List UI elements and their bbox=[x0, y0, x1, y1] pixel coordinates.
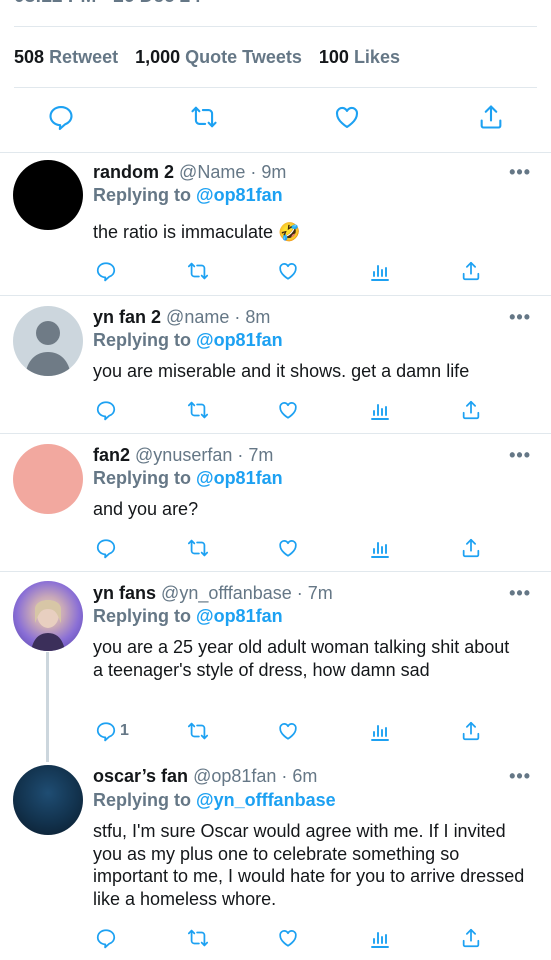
replying-handle-link[interactable]: @op81fan bbox=[196, 330, 283, 350]
like-icon[interactable] bbox=[333, 103, 361, 131]
tweet-text: and you are? bbox=[93, 499, 199, 519]
tweet-header: oscar’s fan @op81fan · 6m bbox=[93, 766, 317, 787]
tweet-header: yn fan 2 @name · 8m bbox=[93, 307, 270, 328]
share-icon[interactable] bbox=[460, 720, 482, 742]
reply-icon[interactable] bbox=[95, 537, 117, 559]
like-icon[interactable] bbox=[277, 399, 299, 421]
retweet-stat[interactable]: 508 Retweet bbox=[14, 47, 118, 67]
tweet-text: stfu, I'm sure Oscar would agree with me… bbox=[93, 821, 525, 909]
retweet-count: 508 bbox=[14, 47, 45, 67]
retweet-icon[interactable] bbox=[186, 720, 210, 742]
tweet-text: you are miserable and it shows. get a da… bbox=[93, 361, 470, 381]
share-icon[interactable] bbox=[460, 260, 482, 282]
replying-handle-link[interactable]: @op81fan bbox=[196, 606, 283, 626]
replying-to: Replying to @op81fan bbox=[93, 185, 283, 206]
replying-label: Replying to bbox=[93, 606, 191, 626]
share-icon[interactable] bbox=[460, 927, 482, 949]
reply-count: 1 bbox=[120, 722, 129, 739]
analytics-icon[interactable] bbox=[370, 260, 390, 282]
analytics-icon[interactable] bbox=[370, 399, 390, 421]
display-name[interactable]: yn fan 2 bbox=[93, 307, 161, 327]
reply-icon[interactable] bbox=[95, 927, 117, 949]
replying-label: Replying to bbox=[93, 790, 191, 810]
reply-icon[interactable] bbox=[95, 399, 117, 421]
avatar[interactable] bbox=[13, 581, 83, 651]
replying-handle-link[interactable]: @yn_offfanbase bbox=[196, 790, 336, 810]
tweet-header: random 2 @Name · 9m bbox=[93, 162, 286, 183]
replying-label: Replying to bbox=[93, 330, 191, 350]
user-handle: @op81fan · 6m bbox=[193, 766, 318, 786]
tweet-actions bbox=[0, 537, 551, 561]
reply-icon[interactable] bbox=[95, 720, 117, 742]
likes-stat[interactable]: 100 Likes bbox=[319, 47, 400, 67]
reply-tweet[interactable]: fan2 @ynuserfan · 7m ••• Replying to @op… bbox=[0, 433, 551, 571]
share-icon[interactable] bbox=[460, 399, 482, 421]
analytics-icon[interactable] bbox=[370, 927, 390, 949]
avatar[interactable] bbox=[13, 765, 83, 835]
like-icon[interactable] bbox=[277, 260, 299, 282]
replying-to: Replying to @yn_offfanbase bbox=[93, 790, 336, 811]
display-name[interactable]: oscar’s fan bbox=[93, 766, 188, 786]
divider bbox=[14, 26, 537, 27]
likes-label: Likes bbox=[353, 47, 400, 67]
tweet-text: the ratio is immaculate 🤣 bbox=[93, 222, 301, 242]
user-handle: @Name · 9m bbox=[179, 162, 287, 182]
tweet-actions bbox=[0, 260, 551, 284]
more-options-button[interactable]: ••• bbox=[509, 766, 531, 787]
divider bbox=[14, 87, 537, 88]
reply-tweet[interactable]: yn fan 2 @name · 8m ••• Replying to @op8… bbox=[0, 295, 551, 433]
user-handle: @name · 8m bbox=[166, 307, 271, 327]
avatar[interactable] bbox=[13, 160, 83, 230]
like-icon[interactable] bbox=[277, 927, 299, 949]
like-icon[interactable] bbox=[277, 720, 299, 742]
reply-tweet[interactable]: oscar’s fan @op81fan · 6m ••• Replying t… bbox=[0, 756, 551, 960]
retweet-icon[interactable] bbox=[186, 399, 210, 421]
share-icon[interactable] bbox=[460, 537, 482, 559]
avatar[interactable] bbox=[13, 306, 83, 376]
retweet-icon[interactable] bbox=[186, 260, 210, 282]
tweet-actions bbox=[0, 399, 551, 423]
analytics-icon[interactable] bbox=[370, 537, 390, 559]
tweet-stats: 508 Retweet 1,000 Quote Tweets 100 Likes bbox=[14, 47, 400, 68]
tweet-timestamp: 08:22 PM · 26 Dec 24 bbox=[14, 0, 201, 8]
display-name[interactable]: random 2 bbox=[93, 162, 174, 182]
user-handle: @ynuserfan · 7m bbox=[135, 445, 274, 465]
reply-icon[interactable] bbox=[47, 103, 75, 131]
replying-to: Replying to @op81fan bbox=[93, 606, 283, 627]
tweet-actions: 1 bbox=[0, 720, 551, 744]
tweet-header: fan2 @ynuserfan · 7m bbox=[93, 445, 273, 466]
replying-handle-link[interactable]: @op81fan bbox=[196, 185, 283, 205]
likes-count: 100 bbox=[318, 47, 349, 67]
reply-tweet[interactable]: yn fans @yn_offfanbase · 7m ••• Replying… bbox=[0, 571, 551, 756]
retweet-icon[interactable] bbox=[189, 103, 219, 131]
quote-stat[interactable]: 1,000 Quote Tweets bbox=[135, 47, 302, 67]
more-options-button[interactable]: ••• bbox=[509, 445, 531, 466]
retweet-label: Retweet bbox=[49, 47, 119, 67]
analytics-icon[interactable] bbox=[370, 720, 390, 742]
more-options-button[interactable]: ••• bbox=[509, 583, 531, 604]
quote-label: Quote Tweets bbox=[185, 47, 302, 67]
quote-count: 1,000 bbox=[135, 47, 181, 67]
display-name[interactable]: yn fans bbox=[93, 583, 156, 603]
replying-handle-link[interactable]: @op81fan bbox=[196, 468, 283, 488]
avatar[interactable] bbox=[13, 444, 83, 514]
tweet-actions bbox=[0, 927, 551, 951]
like-icon[interactable] bbox=[277, 537, 299, 559]
more-options-button[interactable]: ••• bbox=[509, 162, 531, 183]
retweet-icon[interactable] bbox=[186, 927, 210, 949]
user-handle: @yn_offfanbase · 7m bbox=[161, 583, 333, 603]
share-icon[interactable] bbox=[477, 103, 505, 131]
replying-label: Replying to bbox=[93, 185, 191, 205]
reply-icon[interactable] bbox=[95, 260, 117, 282]
replying-label: Replying to bbox=[93, 468, 191, 488]
retweet-icon[interactable] bbox=[186, 537, 210, 559]
replying-to: Replying to @op81fan bbox=[93, 330, 283, 351]
main-tweet-actions bbox=[0, 103, 551, 137]
display-name[interactable]: fan2 bbox=[93, 445, 130, 465]
replying-to: Replying to @op81fan bbox=[93, 468, 283, 489]
reply-tweet[interactable]: random 2 @Name · 9m ••• Replying to @op8… bbox=[0, 152, 551, 295]
tweet-text: you are a 25 year old adult woman talkin… bbox=[93, 637, 510, 680]
more-options-button[interactable]: ••• bbox=[509, 307, 531, 328]
tweet-header: yn fans @yn_offfanbase · 7m bbox=[93, 583, 333, 604]
